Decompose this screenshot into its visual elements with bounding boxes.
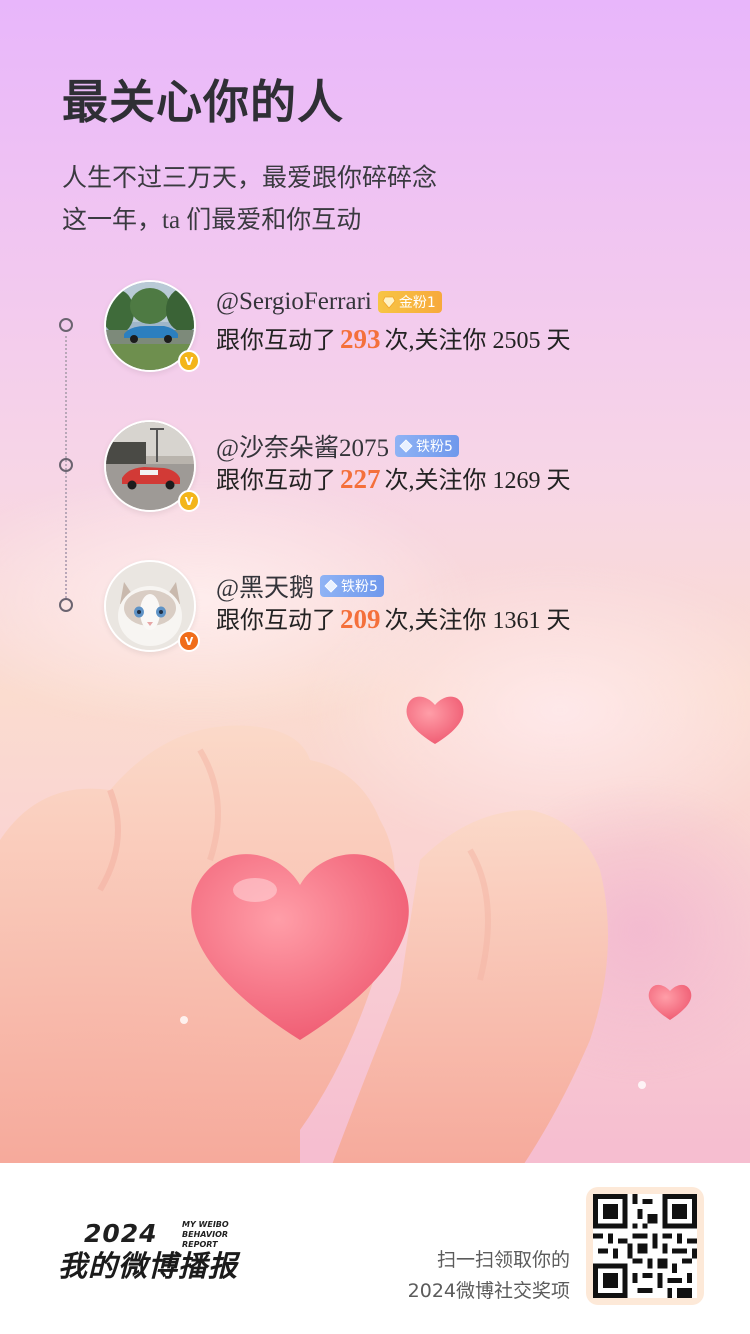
stat-suffix: 天: [546, 328, 571, 354]
diamond-icon: [399, 439, 413, 453]
stat-suffix: 天: [546, 608, 571, 634]
stat-middle: 次,关注你: [384, 468, 487, 494]
qr-code[interactable]: [586, 1187, 704, 1305]
fan-level-label: 铁粉5: [341, 579, 378, 595]
username-link[interactable]: @黑天鹅: [216, 568, 314, 604]
subtitle-line-2: 这一年，ta 们最爱和你互动: [62, 207, 362, 234]
user-item[interactable]: V @SergioFerrari 金粉1 跟你互动了 293 次,关注你 2505 …: [104, 280, 704, 372]
brand-tag-line-1: MY WEIBO: [182, 1220, 229, 1229]
hands-holding-heart-illustration: [0, 696, 692, 1170]
user-item[interactable]: V @沙奈朵酱2075 铁粉5 跟你互动了 227 次,关注你 1269 天: [104, 420, 704, 512]
interaction-stat: 跟你互动了 209 次,关注你 1361 天: [216, 600, 571, 635]
user-item[interactable]: V @黑天鹅 铁粉5 跟你互动了 209 次,关注你 1361 天: [104, 560, 704, 652]
fan-level-badge: 金粉1: [377, 291, 442, 313]
follow-days: 1361: [492, 608, 541, 634]
verified-badge-icon: V: [178, 630, 200, 652]
stat-prefix: 跟你互动了: [216, 328, 336, 354]
follow-days: 1269: [492, 468, 541, 494]
username-link[interactable]: @沙奈朵酱2075: [216, 428, 389, 464]
stat-middle: 次,关注你: [384, 608, 487, 634]
brand-title: 我的微博播报: [58, 1249, 239, 1283]
diamond-icon: [324, 579, 338, 593]
timeline-dot: [59, 598, 73, 612]
fan-level-label: 金粉1: [398, 295, 436, 311]
fan-level-badge: 铁粉5: [395, 435, 459, 457]
username-row: @黑天鹅 铁粉5: [216, 568, 384, 604]
fan-level-badge: 铁粉5: [320, 575, 384, 597]
promo-line-1: 扫一扫领取你的: [436, 1249, 570, 1271]
interaction-count: 293: [340, 324, 381, 354]
timeline-dot: [59, 458, 73, 472]
stat-suffix: 天: [546, 468, 571, 494]
stat-middle: 次,关注你: [384, 328, 487, 354]
promo-line-2: 2024微博社交奖项: [407, 1280, 570, 1302]
verified-badge-icon: V: [178, 350, 200, 372]
qr-code-icon: [593, 1194, 697, 1298]
username-row: @SergioFerrari 金粉1: [216, 288, 442, 316]
gem-icon: [382, 296, 396, 309]
page-title: 最关心你的人: [62, 75, 344, 129]
username-row: @沙奈朵酱2075 铁粉5: [216, 428, 459, 464]
timeline-dot: [59, 318, 73, 332]
stat-prefix: 跟你互动了: [216, 608, 336, 634]
subtitle-line-1: 人生不过三万天，最爱跟你碎碎念: [62, 165, 438, 192]
fan-level-label: 铁粉5: [416, 439, 453, 455]
interaction-count: 209: [340, 604, 381, 634]
verified-badge-icon: V: [178, 490, 200, 512]
interaction-stat: 跟你互动了 227 次,关注你 1269 天: [216, 460, 571, 495]
report-page: 最关心你的人 人生不过三万天，最爱跟你碎碎念 这一年，ta 们最爱和你互动 V …: [0, 0, 750, 1334]
interaction-count: 227: [340, 464, 381, 494]
footer: 2024 MY WEIBO BEHAVIOR REPORT 我的微博播报 扫一扫…: [0, 1163, 750, 1334]
interaction-stat: 跟你互动了 293 次,关注你 2505 天: [216, 320, 571, 355]
username-link[interactable]: @SergioFerrari: [216, 288, 372, 316]
stat-prefix: 跟你互动了: [216, 468, 336, 494]
follow-days: 2505: [492, 328, 541, 354]
